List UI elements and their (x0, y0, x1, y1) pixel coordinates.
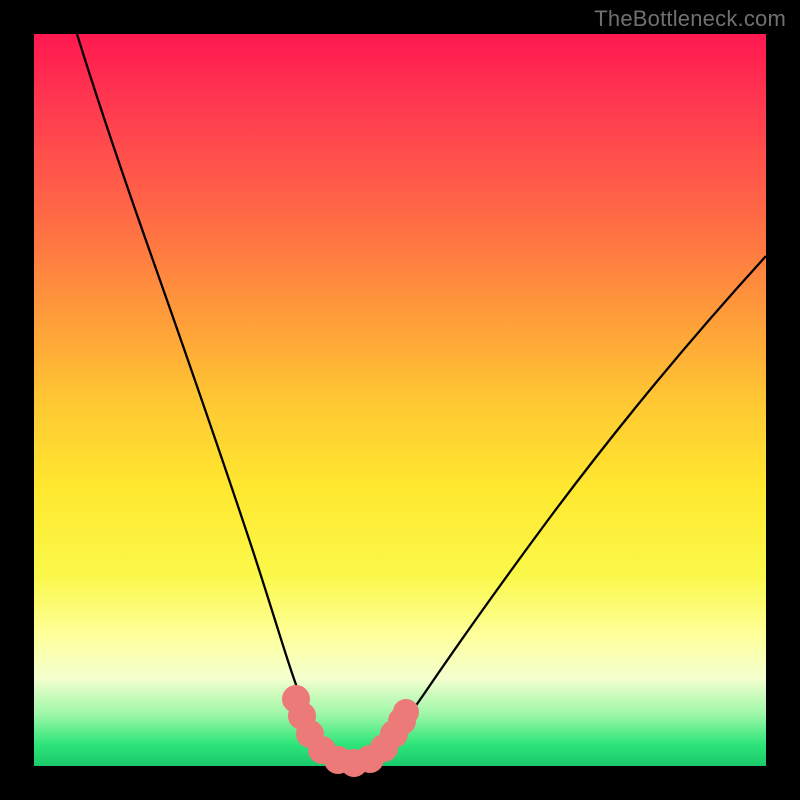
curve-layer (34, 34, 766, 766)
bottleneck-curve (77, 34, 766, 765)
highlight-markers (288, 691, 413, 771)
watermark-text: TheBottleneck.com (594, 6, 786, 32)
plot-area (34, 34, 766, 766)
chart-frame: TheBottleneck.com (0, 0, 800, 800)
